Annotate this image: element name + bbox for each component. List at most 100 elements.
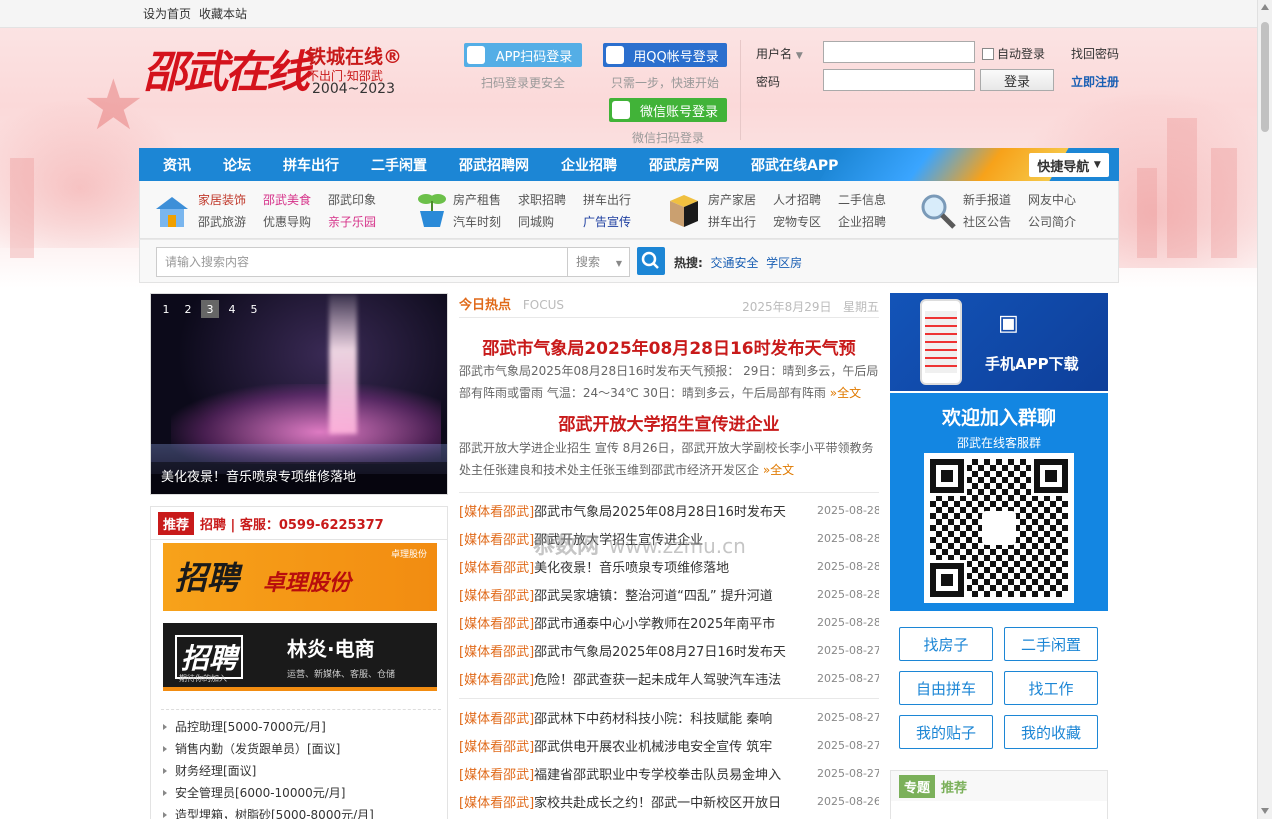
phone-icon: [920, 299, 962, 385]
news-item[interactable]: [媒体看邵武] 邵武市气象局2025年08月28日16时发布天 2025-08-28: [459, 496, 879, 524]
password-label: 密码: [756, 75, 781, 89]
top-bar: 设为首页 收藏本站: [0, 0, 1272, 28]
nav-item-company-jobs[interactable]: 企业招聘: [561, 155, 617, 175]
cat-secondhand[interactable]: 二手信息: [838, 191, 886, 208]
read-more-link[interactable]: »全文: [763, 463, 794, 477]
cat-company-jobs[interactable]: 企业招聘: [838, 213, 886, 230]
job-item[interactable]: 品控助理[5000-7000元/月]: [161, 716, 441, 738]
nav-item-jobs[interactable]: 邵武招聘网: [459, 155, 529, 175]
headline-2[interactable]: 邵武开放大学招生宣传进企业: [459, 410, 879, 435]
group-chat-qr: 欢迎加入群聊 邵武在线客服群: [890, 393, 1108, 611]
news-item[interactable]: [媒体看邵武] 邵武供电开展农业机械涉电安全宣传 筑牢 2025-08-27: [459, 731, 879, 759]
app-scan-login-button[interactable]: APP扫码登录: [464, 43, 582, 67]
page-scrollbar[interactable]: [1257, 0, 1272, 819]
qq-login-button[interactable]: 用QQ帐号登录: [603, 43, 727, 67]
bookmark-link[interactable]: 收藏本站: [199, 5, 247, 22]
nav-item-forum[interactable]: 论坛: [223, 155, 251, 175]
cat-carpool-2[interactable]: 拼车出行: [708, 213, 756, 230]
set-home-link[interactable]: 设为首页: [143, 5, 191, 22]
main-nav: 资讯 论坛 拼车出行 二手闲置 邵武招聘网 企业招聘 邵武房产网 邵武在线APP…: [139, 148, 1119, 181]
ad-zhuoli[interactable]: 招聘 卓理股份 卓理股份: [163, 543, 437, 611]
find-job-button[interactable]: 找工作: [1004, 671, 1098, 705]
cat-citybuy[interactable]: 同城购: [518, 213, 554, 230]
my-favorites-button[interactable]: 我的收藏: [1004, 715, 1098, 749]
nav-item-secondhand[interactable]: 二手闲置: [371, 155, 427, 175]
cat-jobs[interactable]: 求职招聘: [518, 191, 566, 208]
cat-user-center[interactable]: 网友中心: [1028, 191, 1076, 208]
secondhand-button[interactable]: 二手闲置: [1004, 627, 1098, 661]
cat-impression[interactable]: 邵武印象: [328, 191, 376, 208]
search-input[interactable]: 请输入搜索内容: [156, 247, 568, 277]
app-download-banner[interactable]: ▣ 手机APP下载: [890, 293, 1108, 391]
news-item[interactable]: [媒体看邵武] 邵武市通泰中心小学教师在2025年南平市 2025-08-28: [459, 608, 879, 636]
nav-item-realestate[interactable]: 邵武房产网: [649, 155, 719, 175]
slider-page-1[interactable]: 1: [157, 300, 175, 318]
nav-item-carpool[interactable]: 拼车出行: [283, 155, 339, 175]
qq-icon: [606, 46, 624, 64]
job-item[interactable]: 造型埋箱，树脂砂[5000-8000元/月]: [161, 804, 441, 819]
login-button[interactable]: 登录: [980, 69, 1054, 91]
cat-talent[interactable]: 人才招聘: [773, 191, 821, 208]
news-item[interactable]: [媒体看邵武] 邵武林下中药材科技小院：科技赋能 秦响 2025-08-27: [459, 703, 879, 731]
cat-ads[interactable]: 广告宣传: [583, 213, 631, 230]
slider-page-5[interactable]: 5: [245, 300, 263, 318]
nav-item-app[interactable]: 邵武在线APP: [751, 155, 838, 175]
cat-pets[interactable]: 宠物专区: [773, 213, 821, 230]
cat-property[interactable]: 房产家居: [708, 191, 756, 208]
focus-header: 今日热点 FOCUS 2025年8月29日 星期五: [459, 294, 879, 318]
register-link[interactable]: 立即注册: [1071, 73, 1119, 90]
image-slider[interactable]: 1 2 3 4 5 美化夜景！音乐喷泉专项维修落地: [150, 293, 448, 495]
scroll-thumb[interactable]: [1261, 22, 1269, 132]
read-more-link[interactable]: »全文: [830, 386, 861, 400]
slider-page-2[interactable]: 2: [179, 300, 197, 318]
search-icon: [641, 251, 659, 269]
cat-newbie[interactable]: 新手报道: [963, 191, 1011, 208]
cat-bus[interactable]: 汽车时刻: [453, 213, 501, 230]
cat-deals[interactable]: 优惠导购: [263, 213, 311, 230]
job-item[interactable]: 销售内勤（发货跟单员）[面议]: [161, 738, 441, 760]
find-house-button[interactable]: 找房子: [899, 627, 993, 661]
nav-item-news[interactable]: 资讯: [163, 155, 191, 175]
topic-tag: 专题: [899, 774, 936, 798]
hot-link-traffic[interactable]: 交通安全: [710, 256, 758, 270]
username-input[interactable]: [823, 41, 975, 63]
search-button[interactable]: [637, 247, 665, 275]
my-posts-button[interactable]: 我的贴子: [899, 715, 993, 749]
cat-home-decor[interactable]: 家居装饰: [198, 191, 246, 208]
topic-title: 推荐: [941, 780, 968, 796]
plant-icon: [412, 189, 452, 229]
app-download-text: 手机APP下载: [985, 355, 1079, 373]
cat-food[interactable]: 邵武美食: [263, 191, 311, 208]
slider-page-3[interactable]: 3: [201, 300, 219, 318]
ad-linyan[interactable]: 招聘 林炎·电商 运营、新媒体、客服、仓储 期待你的加入: [163, 623, 437, 691]
cat-rent[interactable]: 房产租售: [453, 191, 501, 208]
slider-page-4[interactable]: 4: [223, 300, 241, 318]
cat-kids[interactable]: 亲子乐园: [328, 213, 376, 230]
find-password-link[interactable]: 找回密码: [1071, 45, 1119, 62]
password-input[interactable]: [823, 69, 975, 91]
news-item[interactable]: [媒体看邵武] 邵武吴家塘镇：整治河道“四乱” 提升河道 2025-08-28: [459, 580, 879, 608]
scroll-up-icon[interactable]: [1261, 4, 1269, 10]
cat-travel[interactable]: 邵武旅游: [198, 213, 246, 230]
auto-login-checkbox[interactable]: 自动登录: [982, 45, 1045, 62]
news-item[interactable]: [媒体看邵武] 危险！邵武查获一起未成年人驾驶汽车违法 2025-08-27: [459, 664, 879, 692]
news-item[interactable]: [媒体看邵武] 福建省邵武职业中专学校拳击队员易金坤入 2025-08-27: [459, 759, 879, 787]
hot-search: 热搜: 交通安全 学区房: [674, 256, 803, 270]
scroll-down-icon[interactable]: [1261, 808, 1269, 814]
topic-box: 专题 推荐: [890, 770, 1108, 819]
slider-caption[interactable]: 美化夜景！音乐喷泉专项维修落地: [151, 462, 447, 494]
job-item[interactable]: 安全管理员[6000-10000元/月]: [161, 782, 441, 804]
carpool-button[interactable]: 自由拼车: [899, 671, 993, 705]
headline-1[interactable]: 邵武市气象局2025年08月28日16时发布天气预: [459, 334, 879, 359]
search-type-select[interactable]: 搜索 ▼: [568, 247, 630, 277]
cat-announce[interactable]: 社区公告: [963, 213, 1011, 230]
cat-about[interactable]: 公司简介: [1028, 213, 1076, 230]
site-logo[interactable]: 邵武在线 铁城在线® 不出门·知邵武 2004~2023: [143, 40, 405, 102]
news-item[interactable]: [媒体看邵武] 邵武市气象局2025年08月27日16时发布天 2025-08-27: [459, 636, 879, 664]
quick-nav-dropdown[interactable]: 快捷导航 ▼: [1029, 153, 1109, 177]
job-item[interactable]: 财务经理[面议]: [161, 760, 441, 782]
news-item[interactable]: [媒体看邵武] 家校共赴成长之约！邵武一中新校区开放日 2025-08-26: [459, 787, 879, 815]
cat-carpool[interactable]: 拼车出行: [583, 191, 631, 208]
wechat-login-button[interactable]: 微信账号登录: [609, 98, 727, 122]
hot-link-school[interactable]: 学区房: [766, 256, 802, 270]
